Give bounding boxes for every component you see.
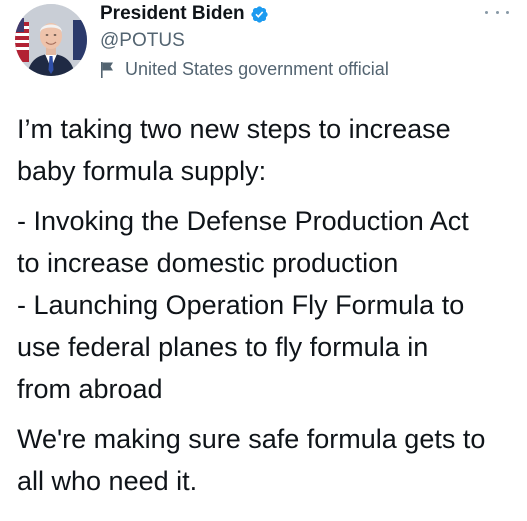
author-name-row: President Biden [100, 2, 269, 26]
author-handle[interactable]: @POTUS [100, 30, 185, 52]
government-label-text: United States government official [125, 59, 389, 79]
tweet-line: We're making sure safe formula gets to [17, 424, 486, 454]
tweet-line: baby formula supply: [17, 156, 267, 186]
avatar-image [15, 4, 87, 76]
tweet-line: from abroad [17, 374, 163, 404]
government-label[interactable]: United States government official [100, 59, 389, 80]
tweet-text: I’m taking two new steps to increase bab… [17, 108, 522, 502]
flag-icon [100, 61, 115, 78]
more-horizontal-icon[interactable] [485, 6, 509, 18]
tweet-line: - Invoking the Defense Production Act [17, 206, 469, 236]
tweet-line: all who need it. [17, 466, 198, 496]
tweet: President Biden @POTUS United States gov… [0, 0, 527, 521]
author-display-name[interactable]: President Biden [100, 3, 245, 25]
tweet-line: use federal planes to fly formula in [17, 332, 429, 362]
verified-badge-icon [250, 5, 269, 24]
tweet-line: - Launching Operation Fly Formula to [17, 290, 465, 320]
tweet-line: to increase domestic production [17, 248, 399, 278]
avatar[interactable] [15, 4, 87, 76]
tweet-line: I’m taking two new steps to increase [17, 114, 451, 144]
